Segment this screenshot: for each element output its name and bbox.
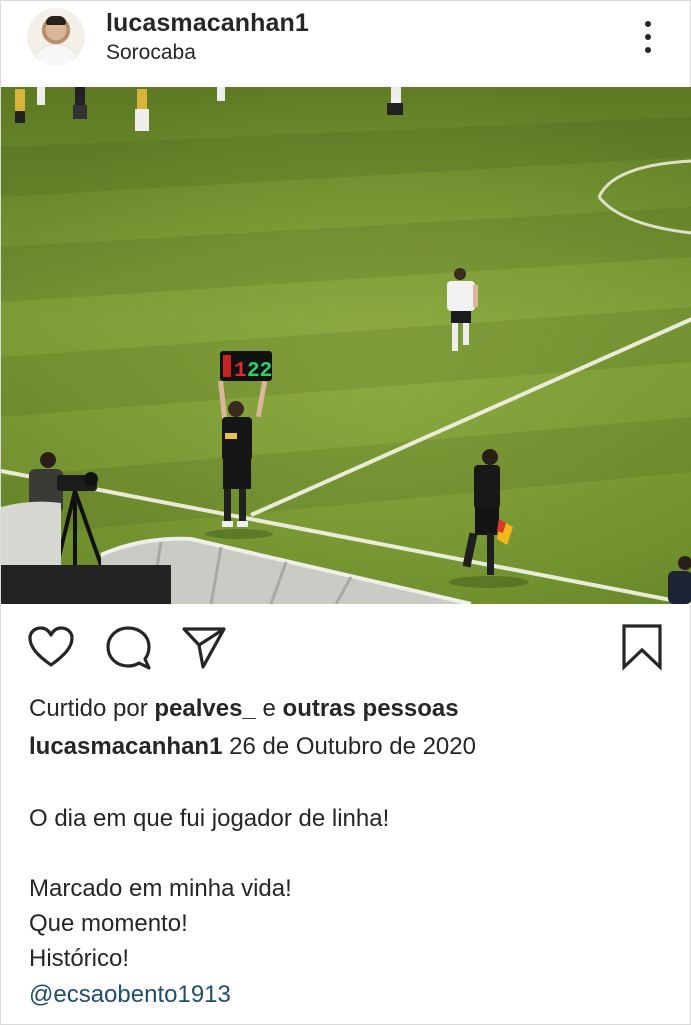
post-photo[interactable]: 1 22 <box>1 87 691 604</box>
post-username[interactable]: lucasmacanhan1 <box>106 9 309 38</box>
liked-by-user[interactable]: pealves_ <box>154 695 255 722</box>
board-left-number: 1 <box>234 360 247 383</box>
instagram-post: lucasmacanhan1 Sorocaba 1 22 Curtido por… <box>0 0 691 1025</box>
caption-line-1: O dia em que fui jogador de linha! <box>29 805 390 832</box>
board-right-number: 22 <box>247 360 272 383</box>
caption-line-4: Histórico! <box>29 945 130 972</box>
substitution-board: 1 22 <box>220 351 272 383</box>
caption-username[interactable]: lucasmacanhan1 <box>29 733 222 760</box>
bookmark-icon[interactable] <box>621 623 663 671</box>
post-header: lucasmacanhan1 Sorocaba <box>1 1 690 85</box>
photo-illustration: 1 22 <box>1 87 691 604</box>
paper-plane-icon[interactable] <box>181 625 227 669</box>
liked-by-others[interactable]: outras pessoas <box>283 695 459 722</box>
likes-summary: Curtido por pealves_ e outras pessoas <box>29 695 459 723</box>
caption-mention[interactable]: @ecsaobento1913 <box>29 977 231 1012</box>
likes-joiner: e <box>262 695 276 722</box>
more-vertical-icon[interactable] <box>642 21 654 53</box>
action-bar <box>1 621 690 673</box>
avatar-hair <box>46 16 66 25</box>
heart-icon[interactable] <box>27 625 75 669</box>
comment-icon[interactable] <box>105 625 151 671</box>
avatar[interactable] <box>27 8 85 66</box>
caption-line-3: Que momento! <box>29 910 188 937</box>
avatar-shirt <box>35 44 77 66</box>
post-date: 26 de Outubro de 2020 <box>229 733 476 760</box>
caption-header: lucasmacanhan1 26 de Outubro de 2020 <box>29 733 476 761</box>
likes-prefix: Curtido por <box>29 695 148 722</box>
post-location[interactable]: Sorocaba <box>106 41 196 65</box>
caption-line-2: Marcado em minha vida! <box>29 875 292 902</box>
